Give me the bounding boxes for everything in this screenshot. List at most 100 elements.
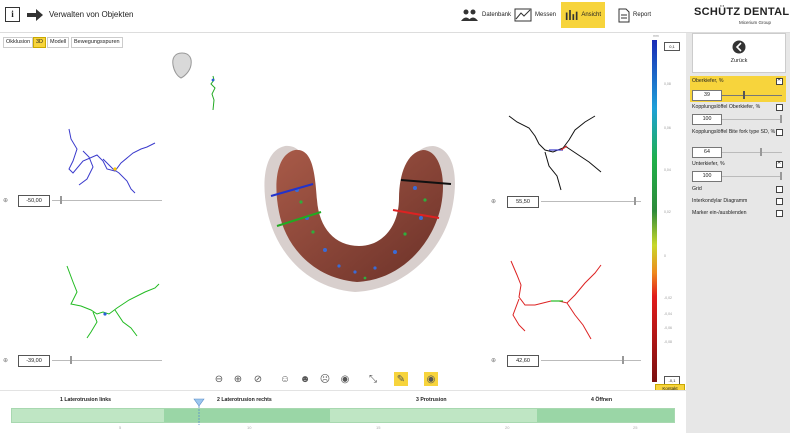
zoom-out-icon[interactable]: ⊖ [212, 372, 226, 386]
row-marker[interactable]: Marker ein-/ausblenden [690, 210, 786, 220]
row-kopplung-ok[interactable]: Kopplungslöffel Oberkiefer, % 100 [690, 104, 786, 126]
unterkiefer-track[interactable] [722, 176, 782, 177]
oberkiefer-value[interactable]: 39 [692, 90, 722, 101]
slider-track-top-right[interactable] [541, 201, 641, 202]
marker-checkbox[interactable] [776, 210, 783, 217]
tool-ansicht-label: Ansicht [581, 12, 601, 18]
kopplung-ok-track[interactable] [722, 119, 782, 120]
brand-logo-sub: Micerium Group [739, 20, 772, 25]
slider-reset-icon-bl[interactable]: ⊕ [3, 357, 8, 364]
scale-tick: -0,04 [664, 312, 672, 316]
info-button[interactable]: i [5, 7, 20, 22]
slider-value-bottom-left[interactable]: -39,00 [18, 355, 50, 367]
view-front-icon[interactable]: ☺ [278, 372, 292, 386]
tab-bewegungsspuren[interactable]: Bewegungsspuren [71, 37, 123, 48]
tab-modell[interactable]: Modell [47, 37, 70, 48]
slider-track-bottom-right[interactable] [541, 360, 641, 361]
trace-top-right [508, 115, 602, 191]
skull-orientation-icon[interactable] [171, 52, 193, 80]
slider-reset-icon-br[interactable]: ⊕ [491, 357, 496, 364]
row-interkondylar[interactable]: Interkondylar Diagramm [690, 198, 786, 208]
jaw-3d-model[interactable] [255, 140, 465, 300]
timeline-playhead-icon[interactable] [193, 398, 205, 426]
timeline-tick: 15 [376, 425, 381, 430]
timeline-segment-2[interactable] [164, 409, 330, 422]
row-grid[interactable]: Grid [690, 186, 786, 196]
row-oberkiefer[interactable]: Oberkiefer, % 39 [690, 76, 786, 102]
oberkiefer-checkbox[interactable] [776, 77, 783, 85]
document-icon [618, 8, 630, 22]
timeline-tick: 10 [247, 425, 252, 430]
interkondylar-checkbox[interactable] [776, 198, 783, 205]
slider-thumb-bottom-right[interactable] [622, 356, 624, 364]
slider-value-top-right[interactable]: 55,50 [507, 196, 539, 208]
tool-datenbank[interactable]: Datenbank [457, 2, 515, 28]
bitefork-track[interactable] [722, 152, 782, 153]
bitefork-checkbox[interactable] [776, 129, 783, 136]
view-right-icon[interactable]: ☹ [318, 372, 332, 386]
eraser-icon[interactable]: ✎ [394, 372, 408, 386]
page-title: Verwalten von Objekten [49, 10, 134, 19]
kopplung-ok-value[interactable]: 100 [692, 114, 722, 125]
scale-unit: mm [653, 34, 659, 38]
tool-ansicht[interactable]: Ansicht [561, 2, 605, 28]
contact-color-scale [652, 40, 657, 382]
arrow-right-icon[interactable] [27, 9, 43, 21]
measure-icon [514, 8, 532, 22]
row-kopplung-ok-label: Kopplungslöffel Oberkiefer, % [692, 104, 761, 110]
grid-checkbox[interactable] [776, 186, 783, 193]
unterkiefer-thumb[interactable] [780, 172, 782, 180]
timeline-track[interactable] [11, 408, 675, 423]
oberkiefer-thumb[interactable] [743, 91, 745, 99]
tool-report[interactable]: Report [614, 2, 655, 28]
right-panel: Zurück Oberkiefer, % 39 Kopplungslöffel … [686, 33, 790, 433]
timeline-segment-4[interactable] [537, 409, 674, 422]
slider-value-bottom-right[interactable]: 42,60 [507, 355, 539, 367]
back-label: Zurück [730, 58, 748, 64]
zoom-fit-icon[interactable]: ⊘ [251, 372, 265, 386]
row-grid-label: Grid [692, 186, 702, 192]
kopplung-ok-checkbox[interactable] [776, 104, 783, 111]
scale-max-field[interactable]: 0,1 [664, 42, 680, 51]
scale-tick: 0,04 [664, 168, 671, 172]
view-top-icon[interactable]: ◉ [338, 372, 352, 386]
row-bitefork[interactable]: Kopplungslöffel Bite fork type SD, % 64 [690, 129, 786, 159]
unterkiefer-value[interactable]: 100 [692, 171, 722, 182]
back-arrow-icon [732, 40, 746, 54]
tab-okklusion[interactable]: Okklusion [3, 37, 34, 48]
slider-reset-icon-tr[interactable]: ⊕ [491, 198, 496, 205]
tab-3d[interactable]: 3D [33, 37, 47, 48]
scale-tick: -0,02 [664, 296, 672, 300]
scale-tick: 0 [664, 254, 666, 258]
back-button[interactable]: Zurück [692, 33, 786, 73]
row-bitefork-label: Kopplungslöffel Bite fork type SD, % [692, 129, 776, 135]
bitefork-thumb[interactable] [760, 148, 762, 156]
people-icon [461, 9, 478, 21]
kopplung-ok-thumb[interactable] [780, 115, 782, 123]
slider-track-bottom-left[interactable] [52, 360, 162, 361]
slider-value-top-left[interactable]: -50,00 [18, 195, 50, 207]
tool-messen-label: Messen [535, 12, 557, 18]
eye-icon[interactable]: ◉ [424, 372, 438, 386]
unterkiefer-checkbox[interactable] [776, 160, 783, 168]
slider-track-top-left[interactable] [52, 200, 162, 201]
tool-messen[interactable]: Messen [510, 2, 560, 28]
oberkiefer-track[interactable] [722, 95, 782, 96]
phase-1[interactable]: 1 Laterotrusion links [60, 397, 111, 403]
measure-line-icon[interactable]: ⤡ [366, 372, 380, 386]
slider-thumb-bottom-left[interactable] [70, 356, 72, 364]
row-unterkiefer[interactable]: Unterkiefer, % 100 [690, 160, 786, 183]
slider-thumb-top-right[interactable] [634, 197, 636, 205]
head-trace-icon [210, 75, 216, 111]
bitefork-value[interactable]: 64 [692, 147, 722, 158]
view-left-icon[interactable]: ☻ [298, 372, 312, 386]
trace-bottom-left [66, 265, 160, 339]
phase-2[interactable]: 2 Laterotrusion rechts [217, 397, 272, 403]
zoom-in-icon[interactable]: ⊕ [231, 372, 245, 386]
tool-report-label: Report [633, 12, 652, 18]
phase-4[interactable]: 4 Öffnen [591, 397, 612, 403]
slider-reset-icon-tl[interactable]: ⊕ [3, 197, 8, 204]
phase-3[interactable]: 3 Protrusion [416, 397, 447, 403]
slider-thumb-top-left[interactable] [60, 196, 62, 204]
trace-top-left [68, 128, 156, 194]
